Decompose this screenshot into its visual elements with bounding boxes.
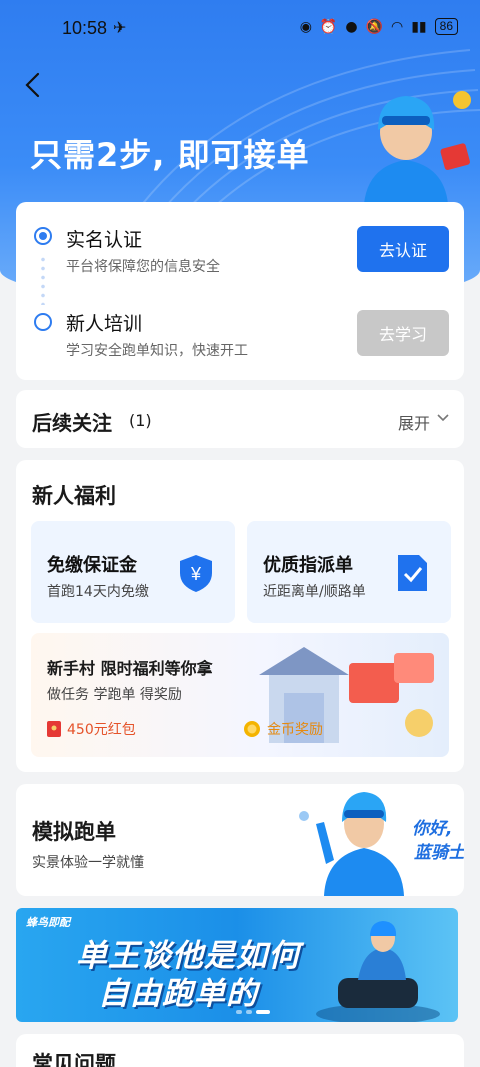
assigned-orders-title: 优质指派单 (263, 555, 353, 576)
step-2-subtitle: 学习安全跑单知识，快速开工 (66, 343, 248, 359)
deposit-free-subtitle: 首跑14天内免缴 (47, 584, 149, 600)
document-check-icon (398, 555, 427, 591)
coin-reward: 金币奖励 (243, 719, 323, 739)
wifi-icon: ◠ (391, 18, 404, 35)
simulate-subtitle: 实景体验一学就懂 (32, 855, 144, 871)
rider-greeting-illustration: 你好, 蓝骑士 (299, 792, 464, 896)
page-title: 只需2步, 即可接单 (30, 136, 310, 174)
red-packet-label: 450元红包 (67, 722, 136, 738)
followups-row[interactable]: 后续关注 (1) 展开 (16, 390, 464, 448)
newbie-village-banner[interactable]: 新手村 限时福利等你拿 做任务 学跑单 得奖励 450元红包 金币奖励 (31, 633, 449, 757)
step-1-title: 实名认证 (66, 229, 143, 251)
deposit-free-title: 免缴保证金 (47, 555, 137, 576)
learn-button[interactable]: 去学习 (357, 310, 449, 356)
motorbike-rider-illustration (316, 921, 440, 1022)
greeting-line-2: 蓝骑士 (414, 843, 464, 863)
pager-dot-active (256, 1010, 270, 1014)
svg-text:¥: ¥ (190, 564, 202, 584)
promo-banner[interactable]: 蜂鸟即配 单王谈他是如何 自由跑单的 (16, 908, 458, 1022)
chevron-down-icon[interactable] (436, 411, 450, 425)
banner-pager (236, 1010, 270, 1014)
battery-indicator: 86 (434, 18, 458, 35)
brand-logo: 蜂鸟即配 (26, 916, 70, 929)
back-arrow-icon[interactable] (20, 70, 50, 100)
step-1-indicator (34, 227, 52, 245)
followups-count: (1) (129, 411, 152, 430)
coin-label: 金币奖励 (267, 722, 323, 738)
steps-card: 实名认证 平台将保障您的信息安全 去认证 新人培训 学习安全跑单知识，快速开工 … (16, 202, 464, 380)
coin-icon (244, 721, 260, 737)
assigned-orders-tile[interactable]: 优质指派单 近距离单/顺路单 (247, 521, 451, 623)
shield-yen-icon: ¥ (180, 555, 212, 592)
location-icon: ● (345, 18, 358, 35)
village-title: 新手村 限时福利等你拿 (47, 659, 213, 678)
deposit-free-tile[interactable]: 免缴保证金 首跑14天内免缴 ¥ (31, 521, 235, 623)
status-icons: ◉ ⏰ ● 🔕 ◠ ▮▮ 86 (300, 18, 458, 35)
status-bar: 10:58 ✈ ◉ ⏰ ● 🔕 ◠ ▮▮ 86 (0, 0, 480, 58)
assigned-orders-subtitle: 近距离单/顺路单 (263, 584, 366, 600)
status-time: 10:58 (62, 18, 108, 38)
eye-icon: ◉ (299, 18, 312, 35)
signal-icon: ▮▮ (411, 18, 427, 35)
expand-label[interactable]: 展开 (398, 410, 430, 434)
verify-button[interactable]: 去认证 (357, 226, 449, 272)
simulate-title: 模拟跑单 (32, 820, 116, 844)
faq-card[interactable]: 常见问题 (16, 1034, 464, 1067)
faq-title: 常见问题 (32, 1052, 116, 1067)
step-connector (41, 255, 45, 305)
step-2-title: 新人培训 (66, 313, 143, 335)
benefits-title: 新人福利 (32, 484, 116, 508)
step-2-indicator (34, 313, 52, 331)
mute-icon: 🔕 (365, 18, 383, 35)
plane-icon: ✈ (113, 18, 127, 37)
step-1-subtitle: 平台将保障您的信息安全 (66, 259, 220, 275)
red-packet-reward: 450元红包 (47, 719, 136, 739)
alarm-icon: ⏰ (319, 18, 338, 35)
greeting-line-1: 你好, (412, 819, 452, 839)
pager-dot (246, 1010, 252, 1014)
red-packet-icon (47, 721, 61, 737)
followups-title: 后续关注 (32, 411, 112, 435)
rider-illustration (364, 91, 471, 204)
banner-line-2: 自由跑单的 (98, 976, 258, 1012)
village-subtitle: 做任务 学跑单 得奖励 (47, 687, 182, 703)
pager-dot (236, 1010, 242, 1014)
simulate-card[interactable]: 模拟跑单 实景体验一学就懂 你好, 蓝骑士 (16, 784, 464, 896)
benefits-card: 新人福利 免缴保证金 首跑14天内免缴 ¥ 优质指派单 近距离单/顺路单 新手村… (16, 460, 464, 772)
